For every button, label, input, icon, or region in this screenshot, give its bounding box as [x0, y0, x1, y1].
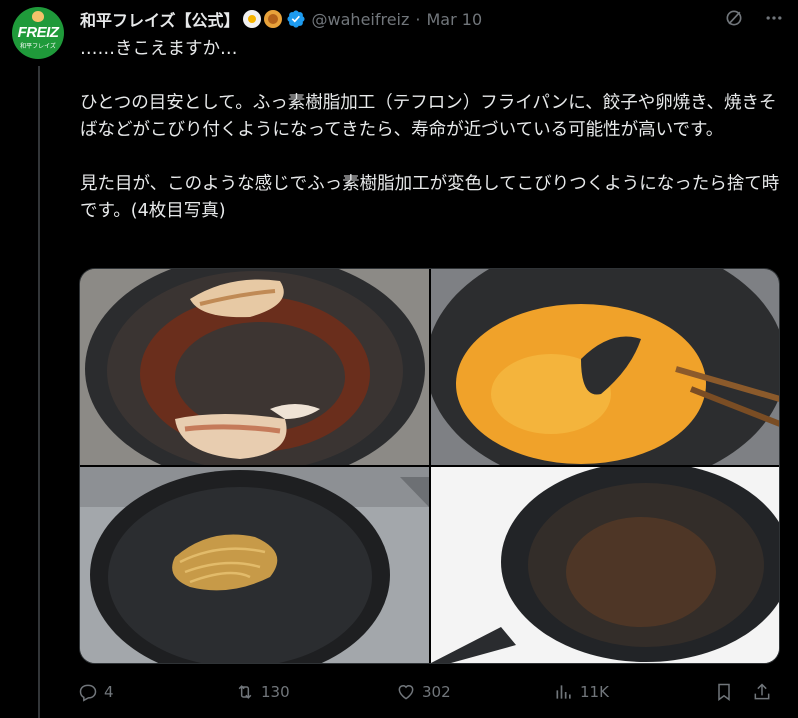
reply-count: 4 [104, 683, 114, 701]
post-date[interactable]: Mar 10 [427, 10, 483, 29]
reply-button[interactable]: 4 [78, 682, 114, 702]
repost-button[interactable]: 130 [235, 682, 290, 702]
share-button[interactable] [752, 682, 772, 702]
separator: · [415, 9, 421, 29]
photo-3-yakisoba-stuck-pan[interactable] [80, 467, 429, 663]
share-icon [754, 683, 770, 700]
media-grid[interactable] [79, 268, 780, 664]
bookmark-button[interactable] [714, 682, 734, 702]
avatar-logo-text: FREIZ [17, 24, 59, 41]
bookmark-icon [718, 683, 730, 701]
display-name[interactable]: 和平フレイズ【公式】 [80, 7, 240, 31]
photo-1-gyoza-stuck-pan[interactable] [80, 269, 429, 465]
mascot-icon [32, 11, 44, 22]
heart-icon [398, 685, 414, 700]
gyoza-icon [263, 10, 282, 28]
post-header: 和平フレイズ【公式】 @waheifreiz · Mar 10 [80, 7, 483, 31]
handle[interactable]: @waheifreiz [312, 10, 410, 29]
fried-egg-pan-icon [242, 10, 261, 28]
avatar-logo-subtext: 和平フレイズ [20, 43, 56, 50]
action-bar: 4 130 302 11K [78, 680, 778, 704]
views-icon [556, 685, 571, 699]
post-text: ……きこえますか… ひとつの目安として。ふっ素樹脂加工（テフロン）フライパンに、… [80, 39, 780, 221]
like-count: 302 [422, 683, 451, 701]
reply-icon [79, 684, 97, 702]
verified-badge-icon[interactable] [286, 9, 306, 29]
repost-count: 130 [261, 683, 290, 701]
views-count: 11K [580, 683, 609, 701]
views-button[interactable]: 11K [554, 682, 609, 702]
grok-icon[interactable] [724, 8, 744, 28]
photo-2-scrambled-egg-stuck-pan[interactable] [431, 269, 779, 465]
avatar[interactable]: FREIZ 和平フレイズ [12, 7, 64, 59]
post-top-icons [724, 8, 784, 28]
thread-line [38, 66, 40, 718]
like-button[interactable]: 302 [396, 682, 451, 702]
photo-4-discolored-pan[interactable] [431, 467, 779, 663]
repost-icon [238, 685, 252, 699]
more-icon[interactable] [764, 8, 784, 28]
